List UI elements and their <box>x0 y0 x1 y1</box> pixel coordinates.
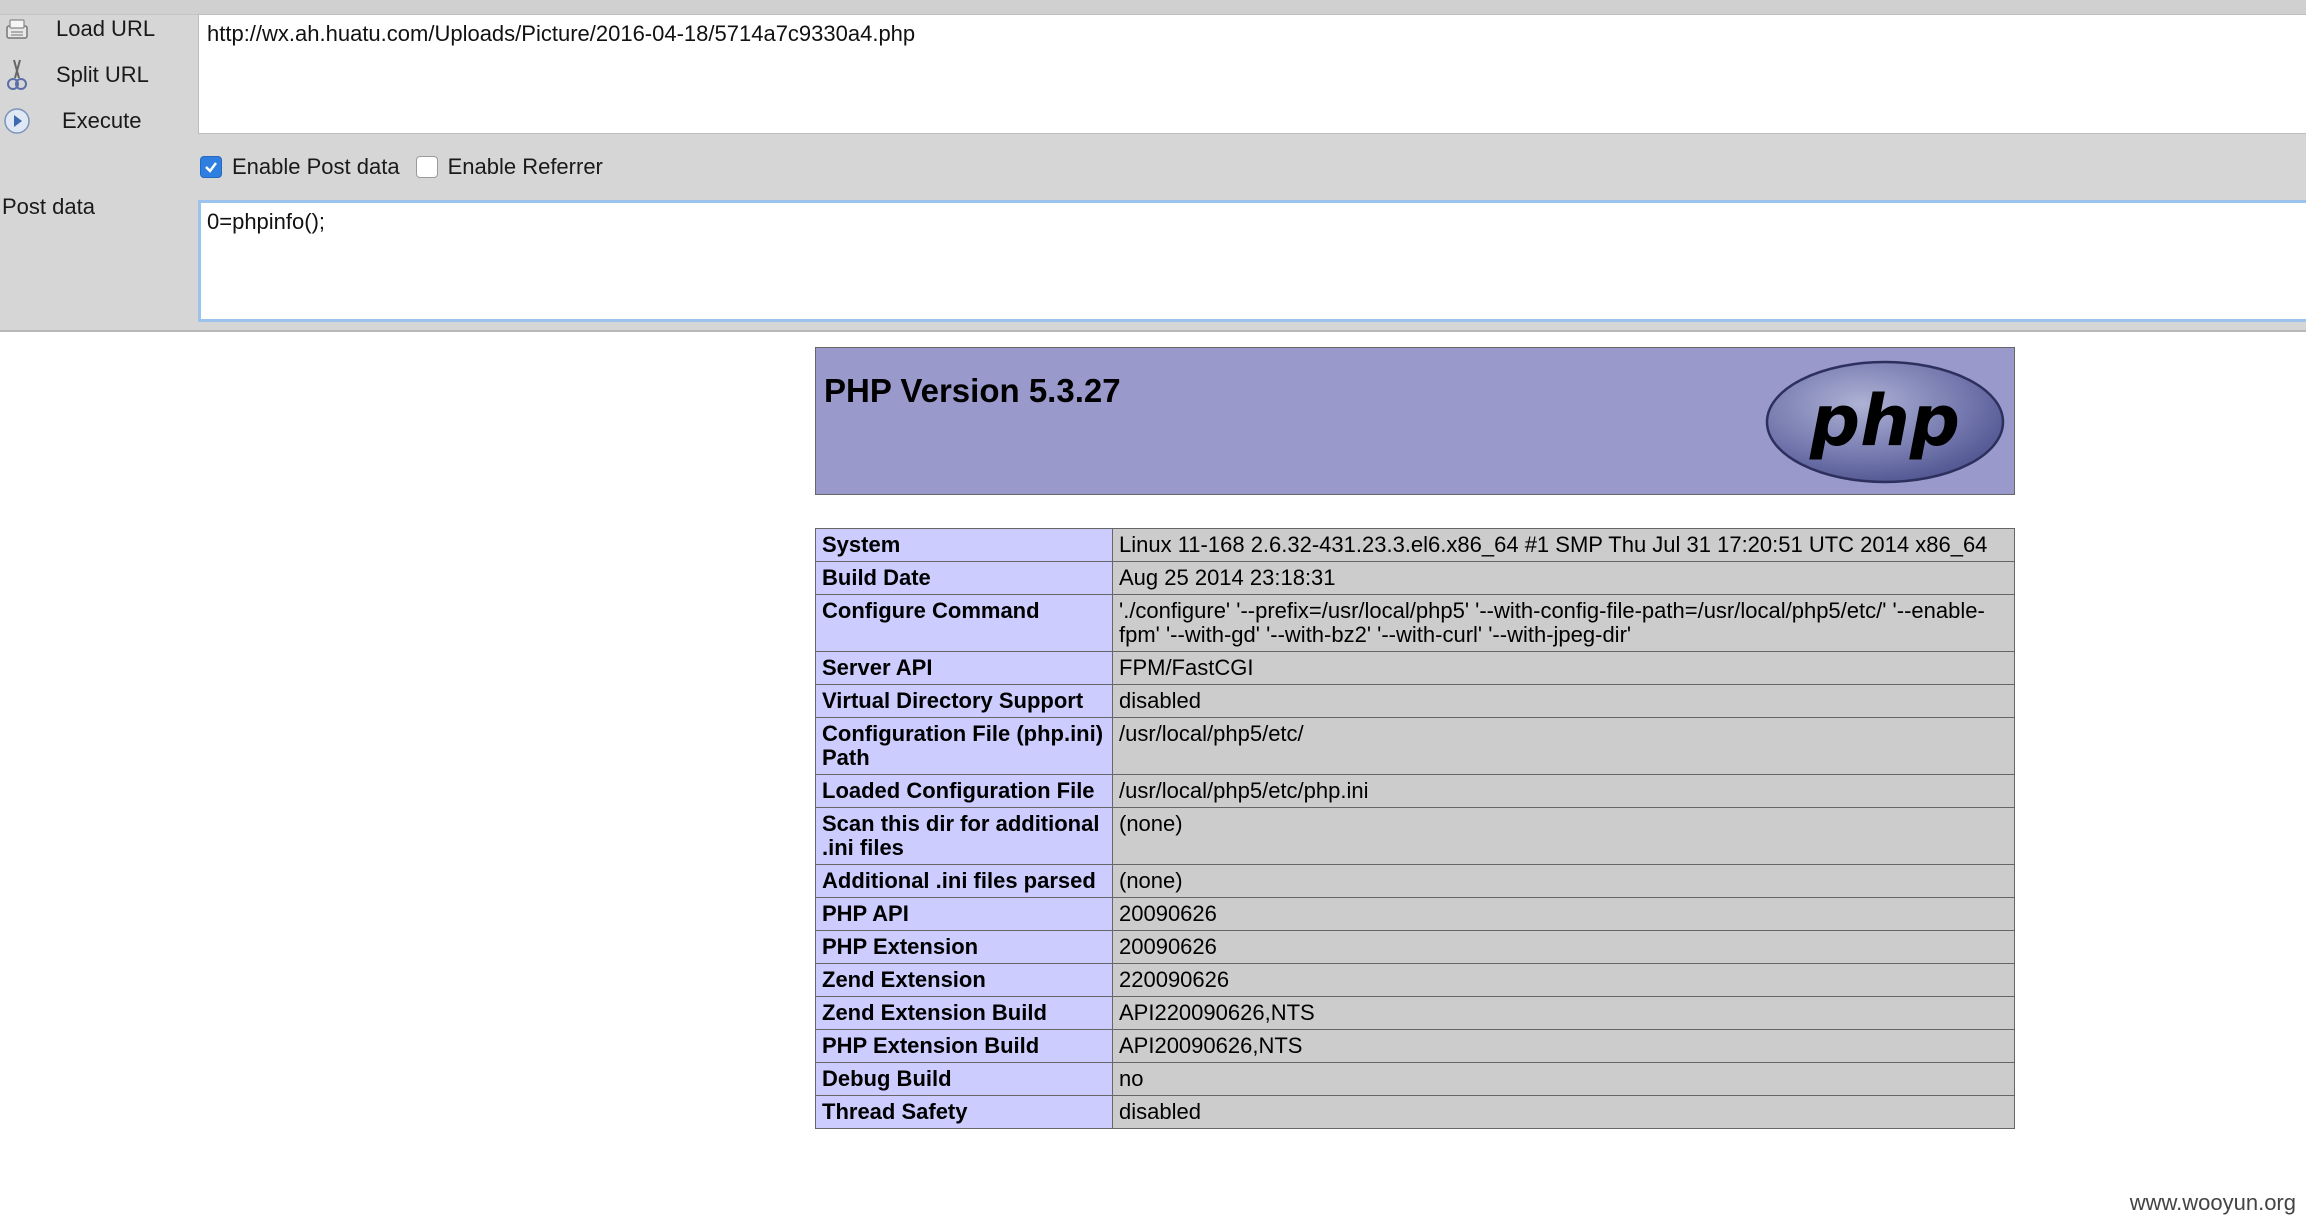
row-value: /usr/local/php5/etc/ <box>1112 717 2015 775</box>
row-value: no <box>1112 1062 2015 1096</box>
row-key: Zend Extension Build <box>815 996 1113 1030</box>
checkmark-icon <box>205 162 217 173</box>
load-url-label: Load URL <box>56 16 156 41</box>
enable-referrer-label: Enable Referrer <box>447 154 603 179</box>
php-logo-text: php <box>1809 380 1960 462</box>
row-value: API220090626,NTS <box>1112 996 2015 1030</box>
split-url-button[interactable]: Split URL <box>0 55 190 95</box>
row-key: Loaded Configuration File <box>815 774 1113 808</box>
row-key: Server API <box>815 651 1113 685</box>
row-value: /usr/local/php5/etc/php.ini <box>1112 774 2015 808</box>
options-row: Enable Post data Enable Referrer <box>200 154 619 180</box>
table-row: System Linux 11-168 2.6.32-431.23.3.el6.x… <box>815 528 2015 562</box>
row-value: 20090626 <box>1112 930 2015 964</box>
post-data-textarea[interactable]: 0=phpinfo(); <box>198 200 2306 322</box>
execute-button[interactable]: Execute <box>0 101 190 141</box>
row-key: Debug Build <box>815 1062 1113 1096</box>
table-row: Zend Extension Build API220090626,NTS <box>815 996 2015 1030</box>
play-icon <box>2 106 32 136</box>
php-version-title: PHP Version 5.3.27 <box>824 372 1121 409</box>
split-url-label: Split URL <box>56 62 149 87</box>
php-logo[interactable]: php <box>1764 359 2006 490</box>
row-value: FPM/FastCGI <box>1112 651 2015 685</box>
php-version-header: PHP Version 5.3.27 php <box>815 347 2015 495</box>
table-row: Loaded Configuration File/usr/local/php5… <box>815 774 2015 808</box>
table-row: Virtual Directory Support disabled <box>815 684 2015 718</box>
table-row: PHP Extension Build API20090626,NTS <box>815 1029 2015 1063</box>
row-value: './configure' '--prefix=/usr/local/php5'… <box>1112 594 2015 652</box>
row-value: disabled <box>1112 684 2015 718</box>
enable-post-option[interactable]: Enable Post data <box>200 154 400 180</box>
row-key: PHP API <box>815 897 1113 931</box>
table-row: Configure Command './configure' '--prefix… <box>815 594 2015 652</box>
row-key: Thread Safety <box>815 1095 1113 1129</box>
post-data-value: 0=phpinfo(); <box>207 209 326 234</box>
row-value: 220090626 <box>1112 963 2015 997</box>
row-value: Linux 11-168 2.6.32-431.23.3.el6.x86_64 … <box>1112 528 2015 562</box>
load-url-button[interactable]: Load URL <box>0 9 190 49</box>
table-row: Debug Build no <box>815 1062 2015 1096</box>
table-row: PHP Extension 20090626 <box>815 930 2015 964</box>
table-row: Additional .ini files parsed (none) <box>815 864 2015 898</box>
row-key: Configure Command <box>815 594 1113 652</box>
row-value: 20090626 <box>1112 897 2015 931</box>
row-key: System <box>815 528 1113 562</box>
enable-referrer-option[interactable]: Enable Referrer <box>415 154 603 180</box>
row-value: (none) <box>1112 864 2015 898</box>
post-data-label: Post data <box>2 194 95 219</box>
row-key: Configuration File (php.ini) Path <box>815 717 1113 775</box>
row-key: Virtual Directory Support <box>815 684 1113 718</box>
watermark: www.wooyun.org <box>2129 1190 2296 1215</box>
row-key: Build Date <box>815 561 1113 595</box>
row-value: (none) <box>1112 807 2015 865</box>
toolbar-top-edge <box>0 0 2306 15</box>
row-value: Aug 25 2014 23:18:31 <box>1112 561 2015 595</box>
url-textarea[interactable]: http://wx.ah.huatu.com/Uploads/Picture/2… <box>198 14 2306 134</box>
row-key: Zend Extension <box>815 963 1113 997</box>
row-value: API20090626,NTS <box>1112 1029 2015 1063</box>
phpinfo-output: PHP Version 5.3.27 php System Linux 11-16… <box>815 347 2015 1129</box>
table-row: Server API FPM/FastCGI <box>815 651 2015 685</box>
row-key: PHP Extension <box>815 930 1113 964</box>
scissors-icon <box>2 59 32 90</box>
table-row: Zend Extension 220090626 <box>815 963 2015 997</box>
table-row: Scan this dir for additional .ini files(… <box>815 807 2015 865</box>
row-key: Additional .ini files parsed <box>815 864 1113 898</box>
row-key: PHP Extension Build <box>815 1029 1113 1063</box>
enable-post-label: Enable Post data <box>232 154 400 179</box>
table-row: PHP API 20090626 <box>815 897 2015 931</box>
table-row: Configuration File (php.ini) Path/usr/lo… <box>815 717 2015 775</box>
hackbar-panel: Load URL Split URL Execute http://wx.ah.… <box>0 0 2306 332</box>
row-key: Scan this dir for additional .ini files <box>815 807 1113 865</box>
enable-referrer-checkbox[interactable] <box>415 156 438 178</box>
enable-post-checkbox[interactable] <box>200 156 222 178</box>
phpinfo-table: System Linux 11-168 2.6.32-431.23.3.el6.x… <box>815 528 2015 1129</box>
table-row: Thread Safety disabled <box>815 1095 2015 1129</box>
execute-label: Execute <box>62 108 142 133</box>
load-url-icon <box>2 14 32 44</box>
url-value: http://wx.ah.huatu.com/Uploads/Picture/2… <box>207 21 916 46</box>
row-value: disabled <box>1112 1095 2015 1129</box>
table-row: Build Date Aug 25 2014 23:18:31 <box>815 561 2015 595</box>
